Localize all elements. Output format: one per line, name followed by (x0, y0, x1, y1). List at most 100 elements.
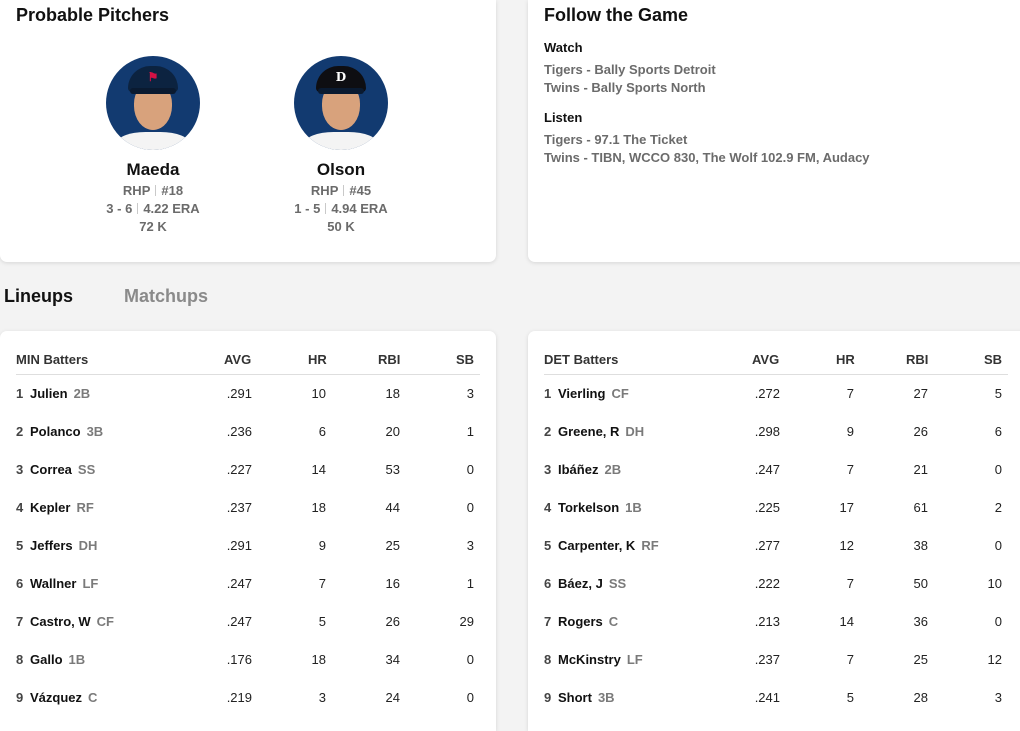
batter-name[interactable]: Vierling (558, 386, 605, 401)
batter-position: DH (78, 538, 98, 553)
batter-name[interactable]: Greene, R (558, 424, 619, 439)
batter[interactable]: Castro, W CF (30, 614, 114, 629)
divider (137, 203, 139, 214)
batter-sb: 3 (994, 690, 1002, 705)
batter-name[interactable]: Carpenter, K (558, 538, 635, 553)
column-rbi: RBI (906, 352, 929, 367)
table-row[interactable]: 4 Torkelson 1B .225 17 61 2 (544, 500, 1008, 520)
batter[interactable]: Vázquez C (30, 690, 97, 705)
table-row[interactable]: 8 McKinstry LF .237 7 25 12 (544, 652, 1008, 672)
batter-name[interactable]: Torkelson (558, 500, 619, 515)
batter[interactable]: Wallner LF (30, 576, 98, 591)
table-row[interactable]: 5 Jeffers DH .291 9 25 3 (16, 538, 480, 558)
det-table-header: DET Batters AVG HR RBI SB (544, 352, 1008, 375)
batter-avg: .291 (226, 386, 252, 401)
batter-name[interactable]: McKinstry (558, 652, 621, 667)
tab-lineups[interactable]: Lineups (4, 286, 73, 307)
batter[interactable]: Kepler RF (30, 500, 94, 515)
batter-rbi: 24 (385, 690, 400, 705)
batter[interactable]: Short 3B (558, 690, 615, 705)
batter[interactable]: Carpenter, K RF (558, 538, 659, 553)
table-row[interactable]: 7 Castro, W CF .247 5 26 29 (16, 614, 480, 634)
batter-sb: 6 (994, 424, 1002, 439)
batter-name[interactable]: Polanco (30, 424, 81, 439)
batter-name[interactable]: Rogers (558, 614, 603, 629)
table-row[interactable]: 4 Kepler RF .237 18 44 0 (16, 500, 480, 520)
batter[interactable]: Julien 2B (30, 386, 90, 401)
batter-avg: .225 (754, 500, 780, 515)
batter-position: CF (611, 386, 629, 401)
batter-position: RF (641, 538, 659, 553)
listen-item: Tigers - 97.1 The Ticket (544, 132, 688, 147)
batter-name[interactable]: Wallner (30, 576, 76, 591)
batter-avg: .237 (754, 652, 780, 667)
table-row[interactable]: 3 Correa SS .227 14 53 0 (16, 462, 480, 482)
table-row[interactable]: 1 Julien 2B .291 10 18 3 (16, 386, 480, 406)
batter-name[interactable]: Short (558, 690, 592, 705)
pitcher-number: #45 (349, 183, 372, 198)
batter-rbi: 21 (913, 462, 928, 477)
batter-name[interactable]: Jeffers (30, 538, 73, 553)
pitcher-card-olson[interactable]: D Olson RHP #45 1 - 5 4.94 ERA 50 K (266, 56, 416, 234)
table-row[interactable]: 6 Báez, J SS .222 7 50 10 (544, 576, 1008, 596)
batter[interactable]: Jeffers DH (30, 538, 97, 553)
table-row[interactable]: 2 Greene, R DH .298 9 26 6 (544, 424, 1008, 444)
batter-rbi: 34 (385, 652, 400, 667)
batter[interactable]: McKinstry LF (558, 652, 643, 667)
column-hr: HR (836, 352, 855, 367)
min-table-header: MIN Batters AVG HR RBI SB (16, 352, 480, 375)
table-row[interactable]: 9 Short 3B .241 5 28 3 (544, 690, 1008, 710)
table-row[interactable]: 5 Carpenter, K RF .277 12 38 0 (544, 538, 1008, 558)
probable-pitchers-title: Probable Pitchers (16, 5, 170, 25)
batter-rbi: 61 (913, 500, 928, 515)
batter-avg: .298 (754, 424, 780, 439)
table-row[interactable]: 8 Gallo 1B .176 18 34 0 (16, 652, 480, 672)
batting-order: 7 (16, 614, 24, 629)
table-row[interactable]: 9 Vázquez C .219 3 24 0 (16, 690, 480, 710)
batter-rbi: 50 (913, 576, 928, 591)
batter-position: CF (96, 614, 115, 629)
batter[interactable]: Báez, J SS (558, 576, 626, 591)
batter-sb: 10 (987, 576, 1002, 591)
batter-name[interactable]: Ibáñez (558, 462, 598, 477)
table-row[interactable]: 7 Rogers C .213 14 36 0 (544, 614, 1008, 634)
pitcher-number: #18 (161, 183, 184, 198)
batter-name[interactable]: Kepler (30, 500, 70, 515)
twins-logo-icon: ⚑ (147, 70, 159, 84)
pitcher-headshot-maeda[interactable]: ⚑ (106, 56, 200, 150)
batter-sb: 1 (466, 424, 474, 439)
pitcher-card-maeda[interactable]: ⚑ Maeda RHP #18 3 - 6 4.22 ERA 72 K (78, 56, 228, 234)
batter[interactable]: Correa SS (30, 462, 95, 477)
batter-name[interactable]: Correa (30, 462, 72, 477)
batting-order: 2 (16, 424, 24, 439)
batter[interactable]: Rogers C (558, 614, 618, 629)
tab-matchups[interactable]: Matchups (124, 286, 208, 307)
batter[interactable]: Gallo 1B (30, 652, 85, 667)
batting-order: 5 (16, 538, 24, 553)
table-row[interactable]: 6 Wallner LF .247 7 16 1 (16, 576, 480, 596)
pitcher-name[interactable]: Olson (266, 160, 416, 180)
batter-name[interactable]: Julien (30, 386, 68, 401)
batter-name[interactable]: Gallo (30, 652, 63, 667)
table-row[interactable]: 2 Polanco 3B .236 6 20 1 (16, 424, 480, 444)
table-row[interactable]: 3 Ibáñez 2B .247 7 21 0 (544, 462, 1008, 482)
batter[interactable]: Ibáñez 2B (558, 462, 621, 477)
batter[interactable]: Polanco 3B (30, 424, 103, 439)
pitcher-hand: RHP (122, 183, 151, 198)
batter-name[interactable]: Vázquez (30, 690, 82, 705)
batter-name[interactable]: Báez, J (558, 576, 603, 591)
batter[interactable]: Greene, R DH (558, 424, 644, 439)
watch-label: Watch (544, 40, 583, 55)
batter-avg: .227 (226, 462, 252, 477)
batter-hr: 10 (311, 386, 326, 401)
batter-avg: .247 (754, 462, 780, 477)
batting-order: 2 (544, 424, 552, 439)
follow-the-game-title: Follow the Game (544, 5, 689, 25)
batter[interactable]: Torkelson 1B (558, 500, 642, 515)
batter-rbi: 28 (913, 690, 928, 705)
pitcher-headshot-olson[interactable]: D (294, 56, 388, 150)
batter[interactable]: Vierling CF (558, 386, 629, 401)
table-row[interactable]: 1 Vierling CF .272 7 27 5 (544, 386, 1008, 406)
batter-name[interactable]: Castro, W (30, 614, 91, 629)
pitcher-name[interactable]: Maeda (78, 160, 228, 180)
